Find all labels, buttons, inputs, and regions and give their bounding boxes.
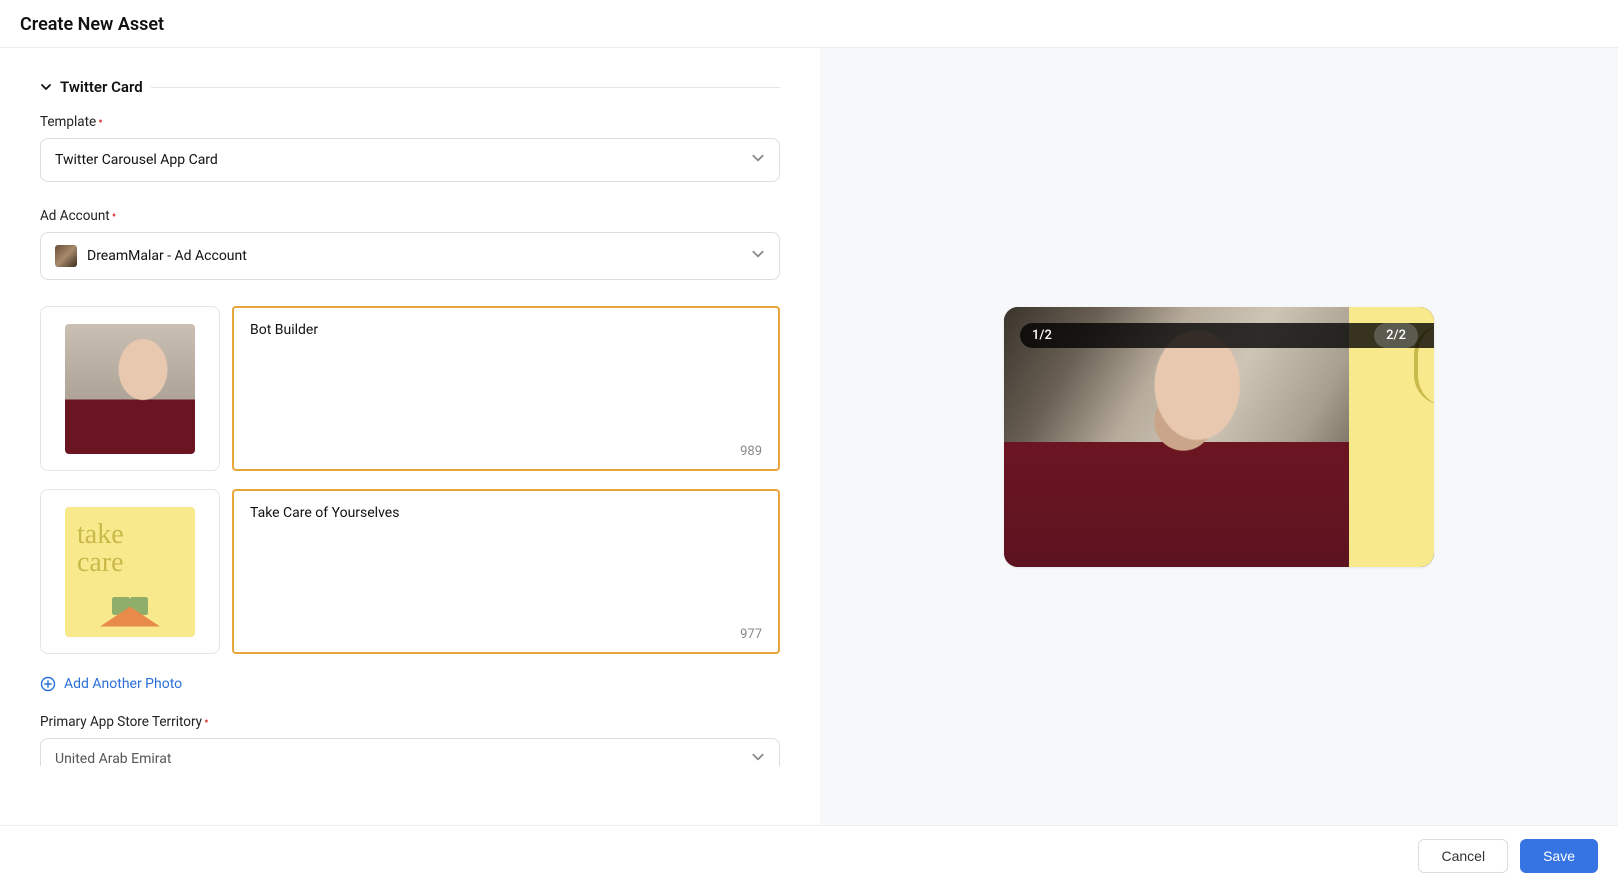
card-thumbnail[interactable]: take care [40, 489, 220, 654]
territory-value: United Arab Emirat [55, 751, 171, 767]
territory-select[interactable]: United Arab Emirat [40, 738, 780, 766]
chevron-down-icon [40, 81, 52, 93]
form-panel: Twitter Card Template• Twitter Carousel … [0, 48, 820, 825]
required-marker: • [204, 714, 209, 730]
add-another-photo-link[interactable]: Add Another Photo [40, 676, 182, 692]
thumbnail-image [65, 324, 195, 454]
chevron-down-icon [751, 750, 765, 767]
carousel-card-row: Bot Builder 989 [40, 306, 780, 471]
chevron-down-icon [751, 247, 765, 265]
char-counter: 977 [740, 627, 762, 642]
template-value: Twitter Carousel App Card [55, 152, 218, 168]
thumbnail-image: take care [65, 507, 195, 637]
card-description-input[interactable]: Bot Builder 989 [232, 306, 780, 471]
template-label-text: Template [40, 114, 96, 130]
thumbnail-overlay-text: take care [77, 521, 124, 577]
cancel-button[interactable]: Cancel [1418, 839, 1508, 873]
carousel-preview[interactable]: 1/2 2/2 [1004, 307, 1434, 567]
ad-account-select[interactable]: DreamMalar - Ad Account [40, 232, 780, 280]
page-header: Create New Asset [0, 0, 1618, 48]
account-avatar [55, 245, 77, 267]
ad-account-value: DreamMalar - Ad Account [87, 248, 247, 264]
book-icon [100, 607, 160, 627]
footer-actions: Cancel Save [0, 825, 1618, 884]
template-select[interactable]: Twitter Carousel App Card [40, 138, 780, 182]
add-link-text: Add Another Photo [64, 676, 182, 692]
territory-label-text: Primary App Store Territory [40, 714, 202, 730]
chevron-down-icon [751, 151, 765, 169]
required-marker: • [112, 208, 117, 224]
card-title-text: Bot Builder [250, 322, 762, 338]
section-divider [151, 87, 780, 88]
ad-account-label: Ad Account• [40, 208, 780, 224]
page-title: Create New Asset [20, 14, 1598, 35]
section-header-twitter-card[interactable]: Twitter Card [40, 78, 780, 96]
carousel-card-row: take care Take Care of Yourselves 977 [40, 489, 780, 654]
slide-indicator-current: 1/2 [1020, 323, 1434, 348]
required-marker: • [98, 114, 103, 130]
save-button[interactable]: Save [1520, 839, 1598, 873]
plus-circle-icon [40, 676, 56, 692]
territory-label: Primary App Store Territory• [40, 714, 780, 730]
slide-indicator-next: 2/2 [1374, 323, 1418, 348]
card-thumbnail[interactable] [40, 306, 220, 471]
preview-panel: 1/2 2/2 [820, 48, 1618, 825]
template-label: Template• [40, 114, 780, 130]
card-title-text: Take Care of Yourselves [250, 505, 762, 521]
card-description-input[interactable]: Take Care of Yourselves 977 [232, 489, 780, 654]
section-title: Twitter Card [60, 78, 143, 96]
char-counter: 989 [740, 444, 762, 459]
ad-account-label-text: Ad Account [40, 208, 110, 224]
